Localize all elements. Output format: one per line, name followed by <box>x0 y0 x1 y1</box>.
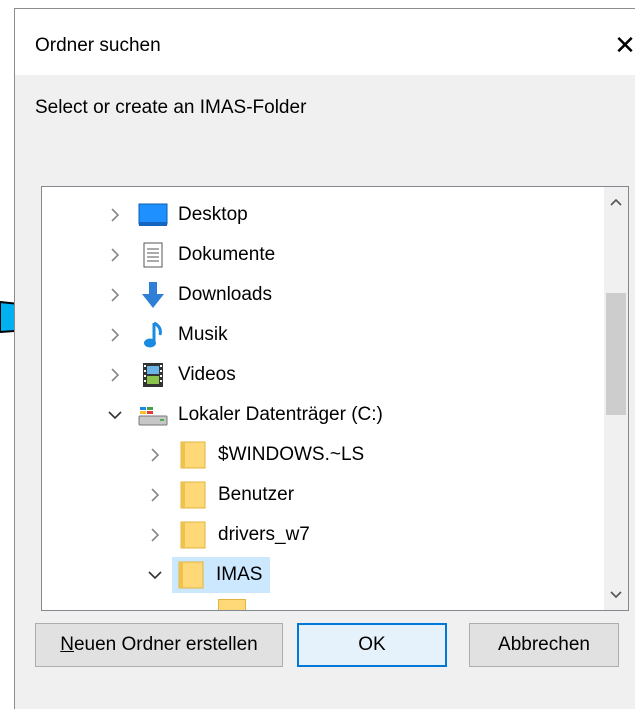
chevron-right-icon[interactable] <box>106 366 124 384</box>
tree-item-musik[interactable]: Musik <box>106 317 228 353</box>
chevron-right-icon[interactable] <box>106 286 124 304</box>
chevron-up-icon <box>610 198 622 206</box>
tree-item-benutzer[interactable]: Benutzer <box>146 477 294 513</box>
tree-item-windows-ls[interactable]: $WINDOWS.~LS <box>146 437 364 473</box>
browse-folder-dialog: Ordner suchen ✕ Select or create an IMAS… <box>14 8 635 709</box>
drive-icon <box>138 400 168 430</box>
tree-item-label: Dokumente <box>178 244 276 265</box>
selection-highlight[interactable]: IMAS <box>172 557 271 593</box>
folder-tree[interactable]: Desktop Dokumente Downloads Musik Videos… <box>41 186 629 611</box>
documents-icon <box>138 240 168 270</box>
scroll-down-button[interactable] <box>604 582 628 608</box>
close-icon: ✕ <box>614 29 635 60</box>
tree-item-local-drive[interactable]: Lokaler Datenträger (C:) <box>106 397 383 433</box>
tree-item-downloads[interactable]: Downloads <box>106 277 272 313</box>
chevron-right-icon[interactable] <box>146 486 164 504</box>
tree-item-label: Lokaler Datenträger (C:) <box>178 404 383 425</box>
ok-button[interactable]: OK <box>297 623 447 667</box>
title-bar: Ordner suchen ✕ <box>15 9 635 75</box>
tree-item-label: Musik <box>178 324 228 345</box>
tree-item-dokumente[interactable]: Dokumente <box>106 237 275 273</box>
tree-item-label: Downloads <box>178 284 272 305</box>
folder-icon <box>178 440 208 470</box>
cancel-label: Abbrechen <box>498 634 590 655</box>
tree-item-desktop[interactable]: Desktop <box>106 197 248 233</box>
tree-item-videos[interactable]: Videos <box>106 357 236 393</box>
tree-item-label: Videos <box>178 364 236 385</box>
chevron-down-icon <box>610 591 622 599</box>
folder-icon <box>178 480 208 510</box>
desktop-icon <box>138 200 168 230</box>
folder-icon <box>218 599 246 610</box>
cancel-button[interactable]: Abbrechen <box>469 623 619 667</box>
videos-icon <box>138 360 168 390</box>
dialog-title: Ordner suchen <box>35 35 161 56</box>
folder-icon <box>176 560 206 590</box>
downloads-icon <box>138 280 168 310</box>
new-folder-accelerator: N <box>60 634 74 655</box>
chevron-right-icon[interactable] <box>146 446 164 464</box>
tree-item-label: Benutzer <box>218 484 295 505</box>
chevron-right-icon[interactable] <box>106 326 124 344</box>
scroll-up-button[interactable] <box>604 189 628 215</box>
tree-item-drivers-w7[interactable]: drivers_w7 <box>146 517 310 553</box>
new-folder-button[interactable]: Neuen Ordner erstellen <box>35 623 283 667</box>
new-folder-label: euen Ordner erstellen <box>73 634 258 655</box>
close-button[interactable]: ✕ <box>605 25 635 65</box>
chevron-right-icon[interactable] <box>106 246 124 264</box>
chevron-down-icon[interactable] <box>146 566 164 584</box>
vertical-scrollbar[interactable] <box>604 187 628 610</box>
tree-item-label: IMAS <box>216 564 263 585</box>
scrollbar-thumb[interactable] <box>606 293 626 415</box>
folder-icon <box>178 520 208 550</box>
tree-item-imas[interactable]: IMAS <box>146 557 271 593</box>
chevron-down-icon[interactable] <box>106 406 124 424</box>
tree-item-label: drivers_w7 <box>218 524 310 545</box>
music-icon <box>138 320 168 350</box>
chevron-right-icon[interactable] <box>106 206 124 224</box>
instruction-text: Select or create an IMAS-Folder <box>35 97 307 118</box>
tree-item-label: $WINDOWS.~LS <box>218 444 365 465</box>
chevron-right-icon[interactable] <box>146 526 164 544</box>
ok-label: OK <box>358 634 386 655</box>
tree-item-label: Desktop <box>178 204 248 225</box>
